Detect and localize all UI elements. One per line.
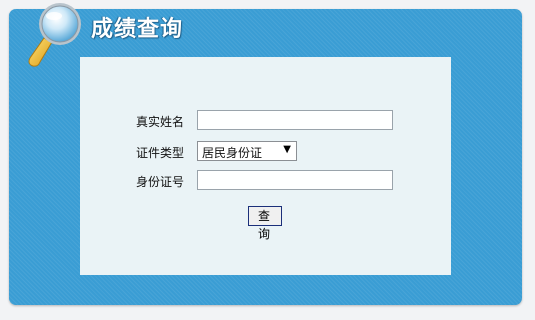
- name-input[interactable]: [197, 110, 393, 130]
- dropdown-arrow-icon: ▼: [283, 144, 291, 155]
- page-title: 成绩查询: [91, 17, 184, 42]
- id-number-row: 身份证号: [80, 170, 451, 192]
- id-type-selected-value: 居民身份证: [202, 146, 263, 160]
- id-type-label: 证件类型: [135, 146, 184, 160]
- name-label: 真实姓名: [135, 115, 184, 129]
- id-number-label: 身份证号: [135, 175, 184, 189]
- id-type-row: 证件类型 居民身份证 ▼: [80, 141, 451, 163]
- query-button[interactable]: 查 询: [248, 206, 282, 241]
- magnifier-icon: [28, 3, 81, 67]
- name-row: 真实姓名: [80, 110, 451, 132]
- id-type-select[interactable]: 居民身份证 ▼: [197, 141, 297, 161]
- id-number-input[interactable]: [197, 170, 393, 190]
